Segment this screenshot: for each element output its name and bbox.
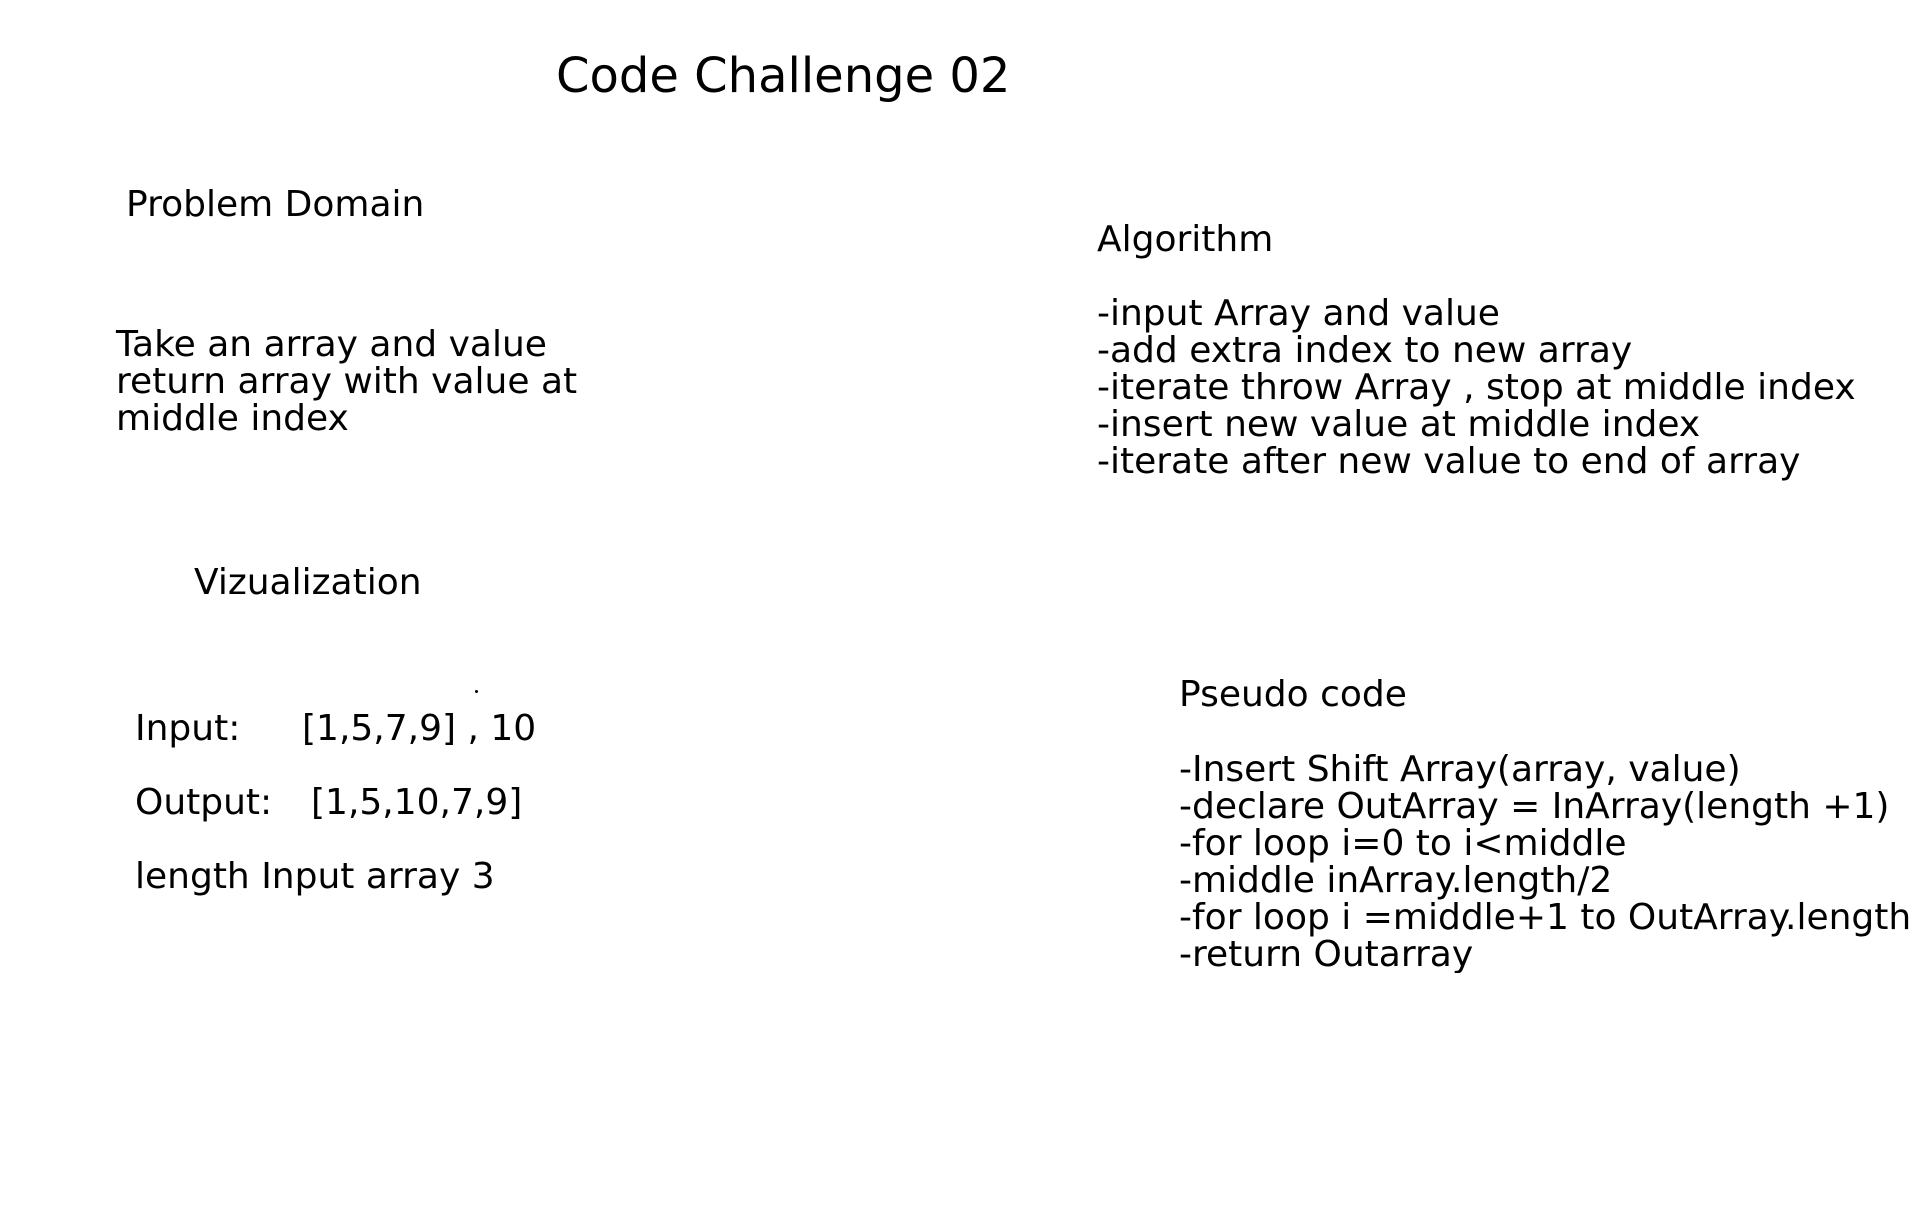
output-label: Output:	[135, 782, 273, 823]
pseudo-code-line: -return Outarray	[1179, 934, 1474, 973]
algorithm-heading: Algorithm	[1097, 219, 1274, 260]
algorithm-steps: -input Array and value -add extra index …	[1097, 295, 1856, 480]
pseudo-code-line: -middle inArray.length/2	[1179, 860, 1613, 901]
pseudo-code-line: -declare OutArray = InArray(length +1)	[1179, 786, 1890, 827]
visualization-heading: Vizualization	[194, 562, 422, 603]
algorithm-step: -insert new value at middle index	[1097, 404, 1701, 445]
problem-domain-line: middle index	[116, 398, 349, 439]
page-title: Code Challenge 02	[556, 48, 1011, 104]
algorithm-step: -add extra index to new array	[1097, 330, 1633, 371]
pseudo-code-heading: Pseudo code	[1179, 674, 1407, 715]
pseudo-code-line: -for loop i=0 to i<middle	[1179, 823, 1627, 864]
algorithm-step: -iterate after new value to end of array	[1097, 441, 1801, 482]
pseudo-code-lines: -Insert Shift Array(array, value) -decla…	[1179, 751, 1920, 973]
input-label: Input:	[135, 708, 241, 749]
problem-domain-heading: Problem Domain	[126, 184, 425, 225]
output-value: [1,5,10,7,9]	[311, 782, 523, 823]
input-value: [1,5,7,9] , 10	[302, 708, 537, 749]
pseudo-code-line: -Insert Shift Array(array, value)	[1179, 751, 1741, 790]
algorithm-step: -iterate throw Array , stop at middle in…	[1097, 367, 1856, 408]
problem-domain-text: Take an array and value return array wit…	[116, 326, 577, 437]
pseudo-code-line: -for loop i =middle+1 to OutArray.length	[1179, 897, 1912, 938]
length-note: length Input array 3	[135, 856, 495, 897]
problem-domain-line: return array with value at	[116, 361, 578, 402]
problem-domain-line: Take an array and value	[116, 324, 547, 365]
stray-dot	[475, 690, 478, 693]
algorithm-step: -input Array and value	[1097, 293, 1500, 334]
